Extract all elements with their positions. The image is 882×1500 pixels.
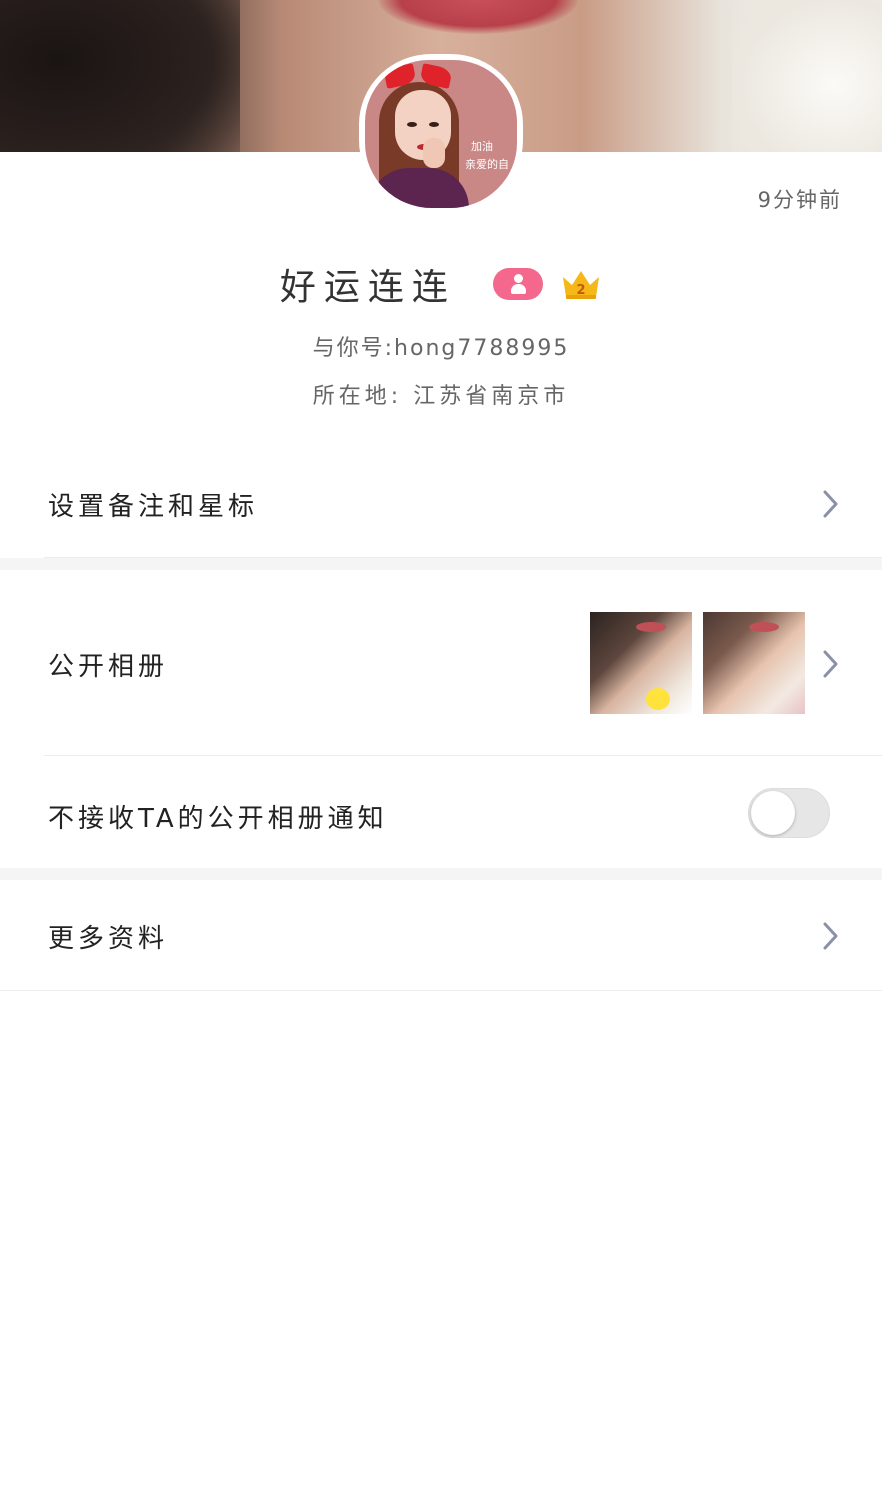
- female-gender-icon: [493, 268, 543, 300]
- album-notify-row: 不接收TA的公开相册通知: [0, 756, 882, 868]
- album-thumbnail[interactable]: [590, 612, 692, 714]
- toggle-knob: [751, 791, 795, 835]
- chevron-right-icon: [823, 490, 838, 518]
- vip-level: 2: [577, 283, 586, 298]
- avatar-hand: [423, 138, 445, 168]
- user-location: 所在地: 江苏省南京市: [312, 384, 570, 409]
- public-album-label: 公开相册: [48, 652, 169, 682]
- profile-name: 好运连连: [279, 267, 456, 308]
- profile-name-row: 好运连连 2: [0, 258, 882, 314]
- smiley-sticker-icon: [646, 688, 670, 710]
- divider: [0, 990, 882, 991]
- avatar-image: 加油 亲爱的自: [365, 60, 517, 208]
- cover-hair: [0, 0, 240, 152]
- section-gap: [0, 558, 882, 570]
- album-notify-toggle[interactable]: [748, 788, 830, 838]
- avatar-eye: [429, 122, 439, 127]
- public-album-row[interactable]: 公开相册: [0, 570, 882, 756]
- album-thumbnail[interactable]: [703, 612, 805, 714]
- section-gap: [0, 868, 882, 880]
- avatar-caption-1: 加油: [471, 140, 493, 153]
- thumb-lips: [636, 622, 666, 632]
- more-info-row[interactable]: 更多资料: [0, 880, 882, 990]
- set-remark-label: 设置备注和星标: [48, 492, 259, 522]
- avatar-eye: [407, 122, 417, 127]
- thumb-lips: [749, 622, 779, 632]
- cover-lips: [378, 0, 578, 34]
- avatar[interactable]: 加油 亲爱的自: [359, 54, 523, 214]
- album-notify-label: 不接收TA的公开相册通知: [48, 804, 388, 834]
- chevron-right-icon: [823, 650, 838, 678]
- more-info-label: 更多资料: [48, 924, 169, 954]
- bow-icon: [383, 62, 453, 88]
- avatar-caption-2: 亲爱的自: [465, 158, 509, 171]
- user-id: 与你号:hong7788995: [312, 336, 570, 361]
- vip-crown-icon: 2: [563, 271, 600, 299]
- last-active-time: 9分钟前: [757, 188, 842, 212]
- set-remark-row[interactable]: 设置备注和星标: [0, 448, 882, 558]
- chevron-right-icon: [823, 922, 838, 950]
- cover-clothing: [732, 0, 882, 152]
